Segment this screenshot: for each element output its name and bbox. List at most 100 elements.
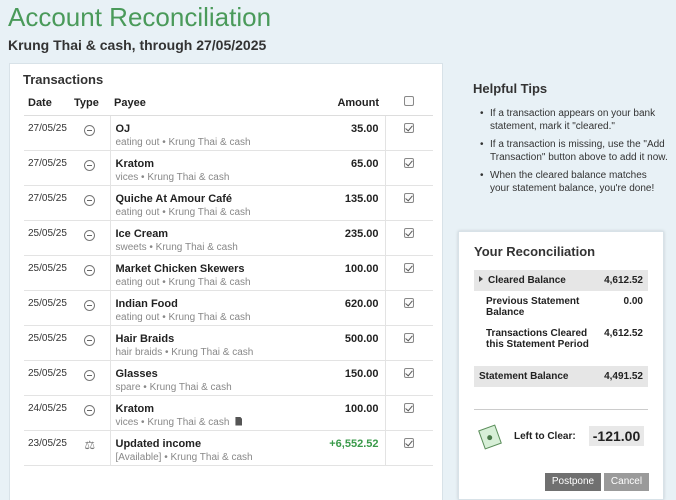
column-payee[interactable]: Payee	[110, 91, 315, 116]
payee-category: sweets • Krung Thai & cash	[115, 241, 238, 253]
row-payee[interactable]: Kratom vices • Krung Thai & cash	[110, 150, 315, 186]
column-cleared	[385, 91, 433, 116]
payee-category: vices • Krung Thai & cash	[115, 171, 230, 183]
row-cleared	[385, 325, 433, 361]
tips-list: If a transaction appears on your bank st…	[478, 107, 668, 200]
row-type	[70, 185, 111, 221]
row-type	[70, 220, 111, 256]
row-payee[interactable]: Quiche At Amour Café eating out • Krung T…	[110, 185, 315, 221]
cleared-checkbox[interactable]	[404, 402, 415, 413]
row-amount: 100.00	[315, 255, 386, 291]
cleared-checkbox[interactable]	[404, 122, 415, 133]
row-cleared	[385, 290, 433, 326]
select-all-checkbox[interactable]	[404, 96, 414, 107]
table-row[interactable]: 27/05/25 OJ eating out • Krung Thai & cash…	[24, 115, 433, 151]
column-amount[interactable]: Amount	[315, 91, 385, 116]
row-payee[interactable]: Glasses spare • Krung Thai & cash	[110, 360, 315, 396]
cancel-button[interactable]: Cancel	[604, 473, 649, 491]
row-amount: 135.00	[315, 185, 386, 221]
previous-balance-label: Previous Statement Balance	[486, 296, 580, 318]
column-date[interactable]: Date	[24, 91, 70, 116]
cleared-balance-value: 4,612.52	[604, 275, 643, 286]
cleared-checkbox[interactable]	[404, 332, 415, 343]
row-date: 25/05/25	[24, 255, 70, 291]
row-amount: 235.00	[315, 220, 386, 256]
statement-balance-value: 4,491.52	[604, 371, 643, 382]
income-icon: ⚖	[84, 437, 96, 452]
cleared-checkbox[interactable]	[404, 157, 415, 168]
payee-category: spare • Krung Thai & cash	[115, 381, 232, 393]
row-amount: 500.00	[315, 325, 386, 361]
table-row[interactable]: 23/05/25 ⚖ Updated income [Available] • Kru…	[24, 430, 433, 466]
row-date: 25/05/25	[24, 360, 70, 396]
cleared-checkbox[interactable]	[404, 227, 415, 238]
payee-category: hair braids • Krung Thai & cash	[115, 346, 254, 358]
payee-category: [Available] • Krung Thai & cash	[115, 451, 253, 463]
payee-name: Market Chicken Skewers	[115, 262, 245, 275]
tips-title: Helpful Tips	[473, 81, 548, 96]
previous-balance-value: 0.00	[623, 296, 643, 307]
payee-category: vices • Krung Thai & cash	[115, 416, 230, 428]
row-cleared	[385, 115, 433, 151]
row-type	[70, 360, 111, 396]
expense-icon	[84, 264, 96, 276]
column-type[interactable]: Type	[70, 91, 110, 116]
table-row[interactable]: 25/05/25 Market Chicken Skewers eating out…	[24, 255, 433, 291]
row-payee[interactable]: Hair Braids hair braids • Krung Thai & ca…	[110, 325, 315, 361]
row-cleared	[385, 255, 433, 291]
table-row[interactable]: 25/05/25 Ice Cream sweets • Krung Thai & c…	[24, 220, 433, 256]
row-payee[interactable]: Updated income [Available] • Krung Thai &…	[110, 430, 315, 466]
row-date: 27/05/25	[24, 150, 70, 186]
row-date: 23/05/25	[24, 430, 70, 466]
table-row[interactable]: 24/05/25 Kratom vices • Krung Thai & cash 1…	[24, 395, 433, 431]
payee-name: Indian Food	[115, 297, 178, 310]
payee-name: Ice Cream	[115, 227, 169, 240]
cleared-checkbox[interactable]	[404, 262, 415, 273]
row-payee[interactable]: Kratom vices • Krung Thai & cash	[110, 395, 315, 431]
table-row[interactable]: 25/05/25 Glasses spare • Krung Thai & cash…	[24, 360, 433, 396]
postpone-button[interactable]: Postpone	[545, 473, 601, 491]
row-date: 27/05/25	[24, 115, 70, 151]
row-date: 25/05/25	[24, 325, 70, 361]
table-row[interactable]: 25/05/25 Hair Braids hair braids • Krung T…	[24, 325, 433, 361]
transactions-table: Date Type Payee Amount 27/05/25 OJ eating …	[24, 91, 433, 466]
row-type	[70, 150, 111, 186]
row-payee[interactable]: Ice Cream sweets • Krung Thai & cash	[110, 220, 315, 256]
row-amount: 100.00	[315, 395, 386, 431]
row-amount: 35.00	[315, 115, 386, 151]
table-row[interactable]: 25/05/25 Indian Food eating out • Krung Th…	[24, 290, 433, 326]
row-date: 25/05/25	[24, 290, 70, 326]
payee-name: Kratom	[115, 402, 155, 415]
cleared-checkbox[interactable]	[404, 297, 415, 308]
tip-item: When the cleared balance matches your st…	[478, 169, 668, 195]
expense-icon	[84, 159, 96, 171]
transactions-panel: Transactions Date Type Payee Amount 27/0…	[9, 63, 443, 500]
payee-name: Glasses	[115, 367, 158, 380]
period-cleared-label: Transactions Cleared this Statement Peri…	[486, 328, 589, 350]
left-to-clear-value: -121.00	[589, 426, 644, 446]
attachment-icon[interactable]	[235, 416, 243, 426]
expense-icon	[84, 229, 96, 241]
row-cleared	[385, 185, 433, 221]
cleared-checkbox[interactable]	[404, 437, 415, 448]
expense-icon	[84, 404, 96, 416]
statement-balance-label: Statement Balance	[479, 371, 569, 382]
statement-balance-row: Statement Balance 4,491.52	[474, 366, 648, 387]
row-payee[interactable]: Market Chicken Skewers eating out • Krung…	[110, 255, 315, 291]
payee-category: eating out • Krung Thai & cash	[115, 206, 251, 218]
cleared-checkbox[interactable]	[404, 192, 415, 203]
row-cleared	[385, 430, 433, 466]
payee-name: OJ	[115, 122, 131, 135]
cleared-checkbox[interactable]	[404, 367, 415, 378]
table-row[interactable]: 27/05/25 Quiche At Amour Café eating out •…	[24, 185, 433, 221]
expense-icon	[84, 369, 96, 381]
row-amount: +6,552.52	[315, 430, 386, 466]
left-to-clear-label: Left to Clear:	[514, 431, 576, 442]
payee-name: Updated income	[115, 437, 202, 450]
row-amount: 620.00	[315, 290, 386, 326]
row-payee[interactable]: Indian Food eating out • Krung Thai & cas…	[110, 290, 315, 326]
tip-item: If a transaction is missing, use the "Ad…	[478, 138, 668, 164]
row-payee[interactable]: OJ eating out • Krung Thai & cash	[110, 115, 315, 151]
table-row[interactable]: 27/05/25 Kratom vices • Krung Thai & cash 6…	[24, 150, 433, 186]
cleared-balance-row[interactable]: Cleared Balance 4,612.52	[474, 270, 648, 291]
